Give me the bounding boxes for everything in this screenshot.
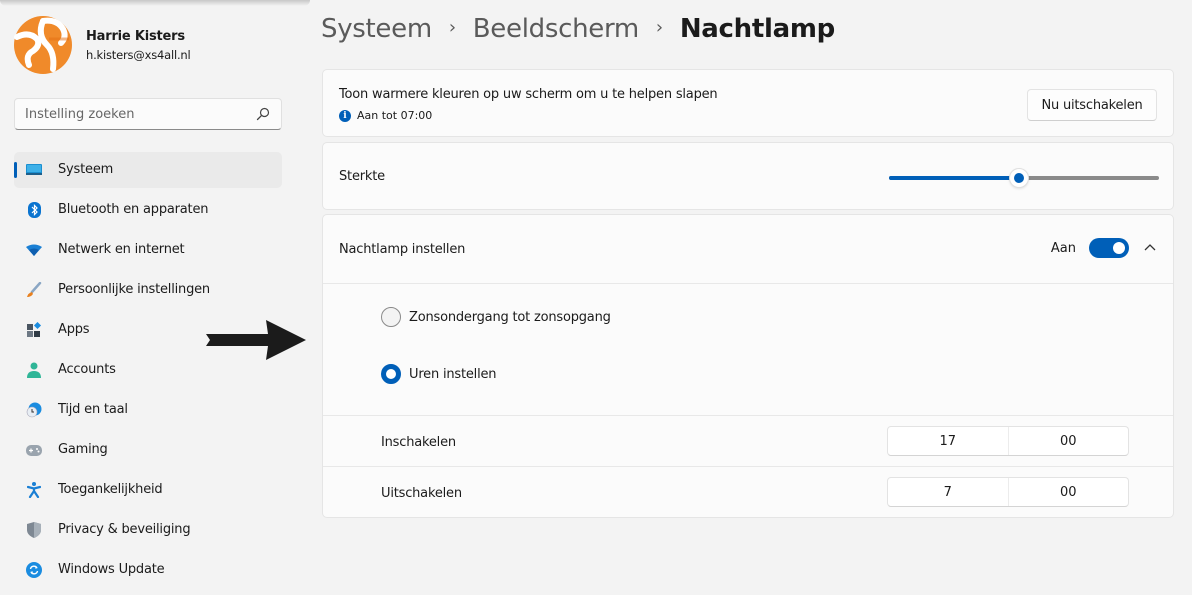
night-light-status-card: Toon warmere kleuren op uw scherm om u t… [322,69,1174,137]
gamepad-icon [26,442,42,458]
sidebar-item-systeem[interactable]: Systeem [14,152,282,188]
turn-on-label: Inschakelen [381,435,456,450]
radio-label: Zonsondergang tot zonsopgang [409,309,611,325]
divider [323,466,1173,467]
paintbrush-icon [26,282,42,298]
sidebar-item-netwerk[interactable]: Netwerk en internet [14,232,282,268]
radio-button[interactable] [381,364,401,384]
sidebar-nav: Systeem Bluetooth en apparaten Netwerk e… [14,152,282,592]
breadcrumb-separator: › [655,16,663,38]
turn-off-label: Uitschakelen [381,486,462,501]
search-input[interactable] [25,105,245,123]
turn-off-minute[interactable]: 00 [1007,478,1129,506]
search-box[interactable] [14,98,282,130]
apps-icon [26,322,42,338]
divider [323,283,1173,284]
info-icon: i [339,109,351,122]
clock-globe-icon [26,402,42,418]
monitor-icon [26,162,42,178]
update-icon [26,562,42,578]
sidebar-item-label: Systeem [58,162,114,177]
toggle-knob [1113,242,1125,254]
chevron-up-icon[interactable] [1143,242,1157,252]
wifi-icon [26,242,42,258]
night-light-description: Toon warmere kleuren op uw scherm om u t… [339,87,718,102]
radio-sunset-to-sunrise[interactable]: Zonsondergang tot zonsopgang [381,307,611,327]
schedule-card: Nachtlamp instellen Aan Zonsondergang to… [322,214,1174,518]
sidebar-item-label: Accounts [58,362,116,377]
sidebar-item-gaming[interactable]: Gaming [14,432,282,468]
strength-slider[interactable] [889,168,1159,188]
avatar-logo-icon [14,16,72,74]
status-text: Aan tot 07:00 [357,109,433,122]
slider-thumb[interactable] [1008,168,1029,188]
user-name: Harrie Kisters [86,29,185,44]
schedule-label: Nachtlamp instellen [339,242,466,257]
sidebar-item-label: Toegankelijkheid [58,482,163,497]
sidebar-item-label: Apps [58,322,90,337]
window-shadow [0,0,310,6]
search-icon[interactable] [256,107,270,121]
turn-off-time-picker[interactable]: 7 00 [887,477,1129,507]
strength-label: Sterkte [339,169,385,184]
strength-card: Sterkte [322,142,1174,210]
sidebar-item-label: Tijd en taal [58,402,128,417]
sidebar-item-tijd[interactable]: Tijd en taal [14,392,282,428]
turn-off-now-button[interactable]: Nu uitschakelen [1027,89,1157,121]
sidebar-item-label: Privacy & beveiliging [58,522,191,537]
person-icon [26,362,42,378]
turn-on-minute[interactable]: 00 [1007,427,1129,455]
turn-on-hour[interactable]: 17 [888,427,1008,455]
sidebar-item-label: Netwerk en internet [58,242,185,257]
schedule-toggle[interactable] [1089,238,1129,258]
bluetooth-icon [26,202,42,218]
accessibility-icon [26,482,42,498]
radio-button[interactable] [381,307,401,327]
sidebar-item-label: Windows Update [58,562,165,577]
radio-label: Uren instellen [409,366,497,382]
turn-off-hour[interactable]: 7 [888,478,1008,506]
sidebar-item-bluetooth[interactable]: Bluetooth en apparaten [14,192,282,228]
sidebar-item-label: Gaming [58,442,108,457]
sidebar-item-label: Persoonlijke instellingen [58,282,210,297]
divider [323,415,1173,416]
annotation-arrow-icon [206,320,306,360]
sidebar-item-windows-update[interactable]: Windows Update [14,552,282,588]
breadcrumb-systeem[interactable]: Systeem [321,14,432,44]
slider-fill [889,176,1019,180]
breadcrumb: Systeem › Beeldscherm › Nachtlamp [321,14,835,44]
sidebar-item-toegankelijkheid[interactable]: Toegankelijkheid [14,472,282,508]
breadcrumb-separator: › [448,16,456,38]
night-light-status: i Aan tot 07:00 [339,109,432,122]
user-email: h.kisters@xs4all.nl [86,48,191,62]
toggle-state-label: Aan [1050,241,1076,256]
sidebar-item-label: Bluetooth en apparaten [58,202,209,217]
radio-set-hours[interactable]: Uren instellen [381,364,497,384]
turn-on-time-picker[interactable]: 17 00 [887,426,1129,456]
active-indicator [14,162,17,178]
avatar[interactable] [13,15,73,75]
shield-icon [26,522,42,538]
sidebar-item-privacy[interactable]: Privacy & beveiliging [14,512,282,548]
sidebar-item-persoonlijk[interactable]: Persoonlijke instellingen [14,272,282,308]
page-title: Nachtlamp [679,14,835,44]
breadcrumb-beeldscherm[interactable]: Beeldscherm [473,14,639,44]
